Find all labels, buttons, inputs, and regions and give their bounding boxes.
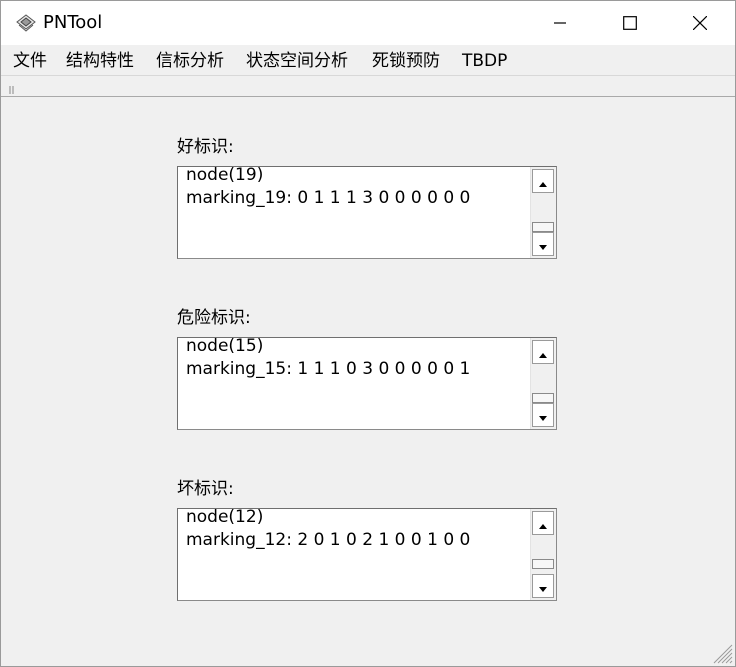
- bad-marking-text: node(12) marking_12: 2 0 1 0 2 1 0 0 1 0…: [186, 508, 471, 552]
- good-marking-scroll-thumb[interactable]: [532, 222, 554, 232]
- dangerous-marking-scroll-up[interactable]: [532, 340, 554, 364]
- scroll-up-icon: [539, 172, 547, 191]
- resize-grip-icon[interactable]: [709, 640, 733, 664]
- bad-marking-scroll-down[interactable]: [532, 574, 554, 598]
- menu-file[interactable]: 文件: [13, 51, 47, 71]
- toolbar: [1, 76, 735, 97]
- window-title: PNTool: [43, 12, 103, 33]
- dangerous-marking-node: node(15): [186, 337, 264, 356]
- dangerous-marking-label: 危险标识:: [177, 308, 251, 328]
- scroll-down-icon: [539, 235, 547, 254]
- dangerous-marking-vector: marking_15: 1 1 1 0 3 0 0 0 0 0 1: [186, 359, 471, 379]
- dangerous-marking-scrollbar[interactable]: [530, 338, 556, 429]
- good-marking-scrollbar[interactable]: [530, 167, 556, 258]
- dangerous-marking-textbox[interactable]: node(15) marking_15: 1 1 1 0 3 0 0 0 0 0…: [177, 337, 557, 430]
- bad-marking-scroll-thumb[interactable]: [532, 559, 554, 569]
- pntool-window: PNTool 文件 结构特性 信标分析 状态空间分析 死锁预防 TBDP 好标识…: [0, 0, 736, 667]
- close-button[interactable]: [665, 1, 735, 45]
- scroll-up-icon: [539, 343, 547, 362]
- menu-bar: 文件 结构特性 信标分析 状态空间分析 死锁预防 TBDP: [1, 45, 735, 76]
- good-marking-textbox[interactable]: node(19) marking_19: 0 1 1 1 3 0 0 0 0 0…: [177, 166, 557, 259]
- good-marking-vector: marking_19: 0 1 1 1 3 0 0 0 0 0 0: [186, 188, 471, 208]
- menu-tbdp[interactable]: TBDP: [462, 51, 507, 71]
- menu-siphon-analysis[interactable]: 信标分析: [156, 51, 224, 71]
- good-marking-node: node(19): [186, 166, 264, 185]
- minimize-icon: [554, 17, 566, 29]
- title-bar: PNTool: [1, 1, 735, 45]
- scroll-up-icon: [539, 514, 547, 533]
- pntool-app-icon: [15, 13, 37, 33]
- bad-marking-scrollbar[interactable]: [530, 509, 556, 600]
- good-marking-label: 好标识:: [177, 137, 234, 157]
- bad-marking-label: 坏标识:: [177, 479, 234, 499]
- good-marking-scroll-up[interactable]: [532, 169, 554, 193]
- bad-marking-node: node(12): [186, 508, 264, 527]
- good-marking-scroll-down[interactable]: [532, 232, 554, 256]
- close-icon: [693, 16, 707, 30]
- menu-structural-properties[interactable]: 结构特性: [66, 51, 134, 71]
- dangerous-marking-text: node(15) marking_15: 1 1 1 0 3 0 0 0 0 0…: [186, 337, 471, 381]
- scroll-down-icon: [539, 577, 547, 596]
- minimize-button[interactable]: [525, 1, 595, 45]
- bad-marking-vector: marking_12: 2 0 1 0 2 1 0 0 1 0 0: [186, 530, 471, 550]
- bad-marking-scroll-up[interactable]: [532, 511, 554, 535]
- menu-deadlock-prevention[interactable]: 死锁预防: [372, 51, 440, 71]
- toolbar-grip-icon[interactable]: [9, 80, 15, 94]
- maximize-icon: [623, 16, 637, 30]
- dangerous-marking-scroll-down[interactable]: [532, 403, 554, 427]
- bad-marking-textbox[interactable]: node(12) marking_12: 2 0 1 0 2 1 0 0 1 0…: [177, 508, 557, 601]
- dangerous-marking-scroll-thumb[interactable]: [532, 393, 554, 403]
- scroll-down-icon: [539, 406, 547, 425]
- good-marking-text: node(19) marking_19: 0 1 1 1 3 0 0 0 0 0…: [186, 166, 471, 210]
- menu-state-space-analysis[interactable]: 状态空间分析: [246, 51, 348, 71]
- maximize-button[interactable]: [595, 1, 665, 45]
